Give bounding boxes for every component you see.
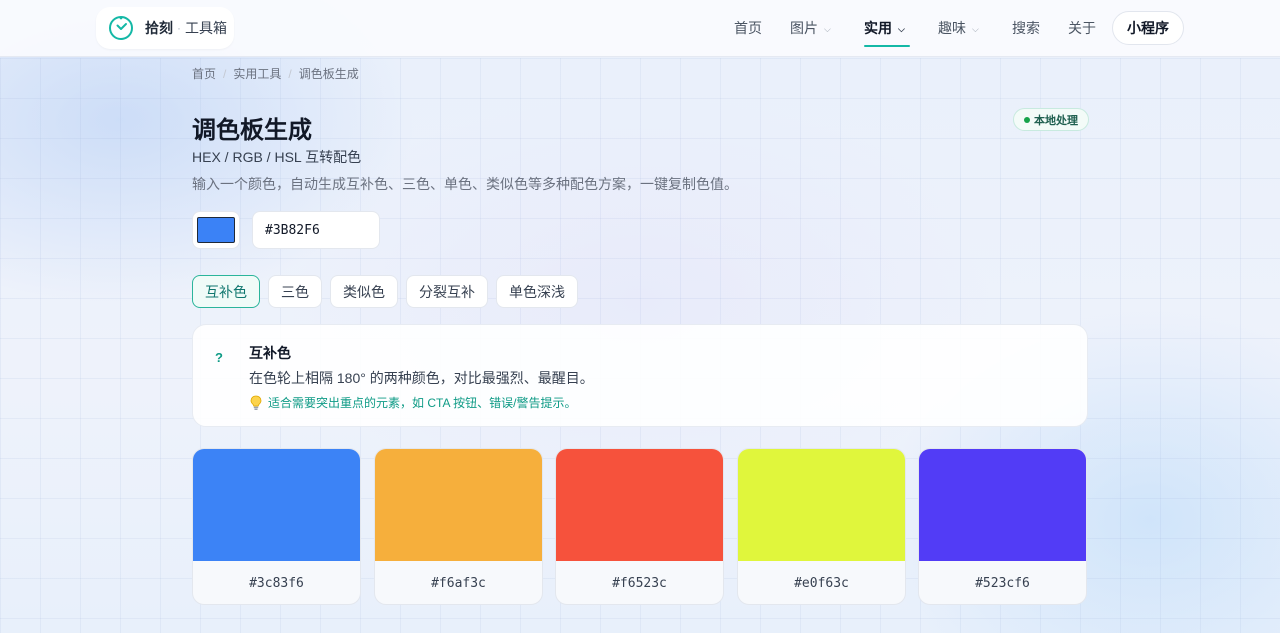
- clock-icon: [109, 16, 133, 40]
- breadcrumb-home[interactable]: 首页: [192, 65, 216, 82]
- info-text: 在色轮上相隔 180° 的两种颜色，对比最强烈、最醒目。: [249, 370, 594, 386]
- color-picker-button[interactable]: [192, 211, 240, 249]
- nav-images[interactable]: 图片 ⌵: [790, 18, 831, 38]
- nav-label: 趣味: [938, 20, 966, 36]
- nav-label: 搜索: [1012, 20, 1040, 36]
- tab-complementary[interactable]: 互补色: [192, 275, 260, 308]
- page-description: 输入一个颜色，自动生成互补色、三色、单色、类似色等多种配色方案，一键复制色值。: [192, 176, 738, 192]
- palette-color-swatch: [919, 449, 1086, 561]
- breadcrumb-current: 调色板生成: [298, 67, 359, 81]
- palette-color-swatch: [556, 449, 723, 561]
- badge-label: 本地处理: [1034, 114, 1078, 127]
- page-subtitle: HEX / RGB / HSL 互转配色: [192, 149, 362, 165]
- nav-home[interactable]: 首页: [734, 18, 762, 38]
- breadcrumb: 首页 / 实用工具 / 调色板生成: [192, 65, 359, 82]
- page-title: 调色板生成: [192, 117, 312, 144]
- top-nav-bar: 拾刻 · 工具箱 首页 图片 ⌵ 实用 ⌵ 趣味 ⌵ 搜索 关于 小程序: [0, 0, 1280, 57]
- logo-subtitle: 工具箱: [185, 20, 227, 36]
- info-title: 互补色: [249, 345, 291, 361]
- chevron-down-icon: ⌵: [824, 23, 831, 34]
- tab-analogous[interactable]: 类似色: [330, 275, 398, 308]
- tab-monochromatic[interactable]: 单色深浅: [496, 275, 578, 308]
- nav-utilities[interactable]: 实用 ⌵: [864, 18, 905, 38]
- hex-color-input[interactable]: [252, 211, 380, 249]
- nav-label: 关于: [1068, 20, 1096, 36]
- chevron-down-icon: ⌵: [898, 23, 905, 34]
- scheme-info-card: ? 互补色 在色轮上相隔 180° 的两种颜色，对比最强烈、最醒目。 适合需要突…: [192, 324, 1088, 427]
- palette-hex-label: #523cf6: [975, 575, 1030, 591]
- question-icon: ?: [215, 349, 223, 365]
- nav-about[interactable]: 关于: [1068, 18, 1096, 38]
- info-tip: 适合需要突出重点的元素，如 CTA 按钮、错误/警告提示。: [249, 394, 576, 411]
- nav-fun[interactable]: 趣味 ⌵: [938, 18, 979, 38]
- color-swatch: [197, 217, 235, 243]
- nav-search[interactable]: 搜索: [1012, 18, 1040, 38]
- breadcrumb-separator: /: [288, 66, 292, 81]
- palette-hex-label: #f6af3c: [431, 575, 486, 591]
- nav-label: 图片: [790, 20, 818, 36]
- palette-color-swatch: [375, 449, 542, 561]
- palette-card[interactable]: #e0f63c: [737, 448, 906, 605]
- palette-grid: #3c83f6 #f6af3c #f6523c #e0f63c #523cf6: [192, 448, 1088, 605]
- palette-card[interactable]: #f6523c: [555, 448, 724, 605]
- tab-split-complementary[interactable]: 分裂互补: [406, 275, 488, 308]
- breadcrumb-separator: /: [223, 66, 227, 81]
- status-dot-icon: [1024, 116, 1030, 123]
- chevron-down-icon: ⌵: [972, 23, 979, 34]
- info-tip-text: 适合需要突出重点的元素，如 CTA 按钮、错误/警告提示。: [268, 396, 577, 410]
- palette-card[interactable]: #523cf6: [918, 448, 1087, 605]
- tab-triadic[interactable]: 三色: [268, 275, 322, 308]
- nav-label: 实用: [864, 20, 892, 36]
- breadcrumb-utilities[interactable]: 实用工具: [233, 65, 281, 82]
- logo-name: 拾刻: [145, 20, 173, 36]
- mini-program-button[interactable]: 小程序: [1112, 11, 1184, 45]
- nav-active-indicator: [864, 45, 910, 47]
- lightbulb-icon: [250, 395, 262, 410]
- logo-separator: ·: [177, 21, 181, 35]
- palette-color-swatch: [193, 449, 360, 561]
- palette-color-swatch: [738, 449, 905, 561]
- palette-card[interactable]: #3c83f6: [192, 448, 361, 605]
- palette-hex-label: #f6523c: [612, 575, 667, 591]
- palette-hex-label: #3c83f6: [249, 575, 304, 591]
- palette-card[interactable]: #f6af3c: [374, 448, 543, 605]
- site-logo[interactable]: 拾刻 · 工具箱: [96, 7, 234, 49]
- local-processing-badge: 本地处理: [1013, 108, 1089, 131]
- palette-hex-label: #e0f63c: [794, 575, 849, 591]
- nav-label: 首页: [734, 20, 762, 36]
